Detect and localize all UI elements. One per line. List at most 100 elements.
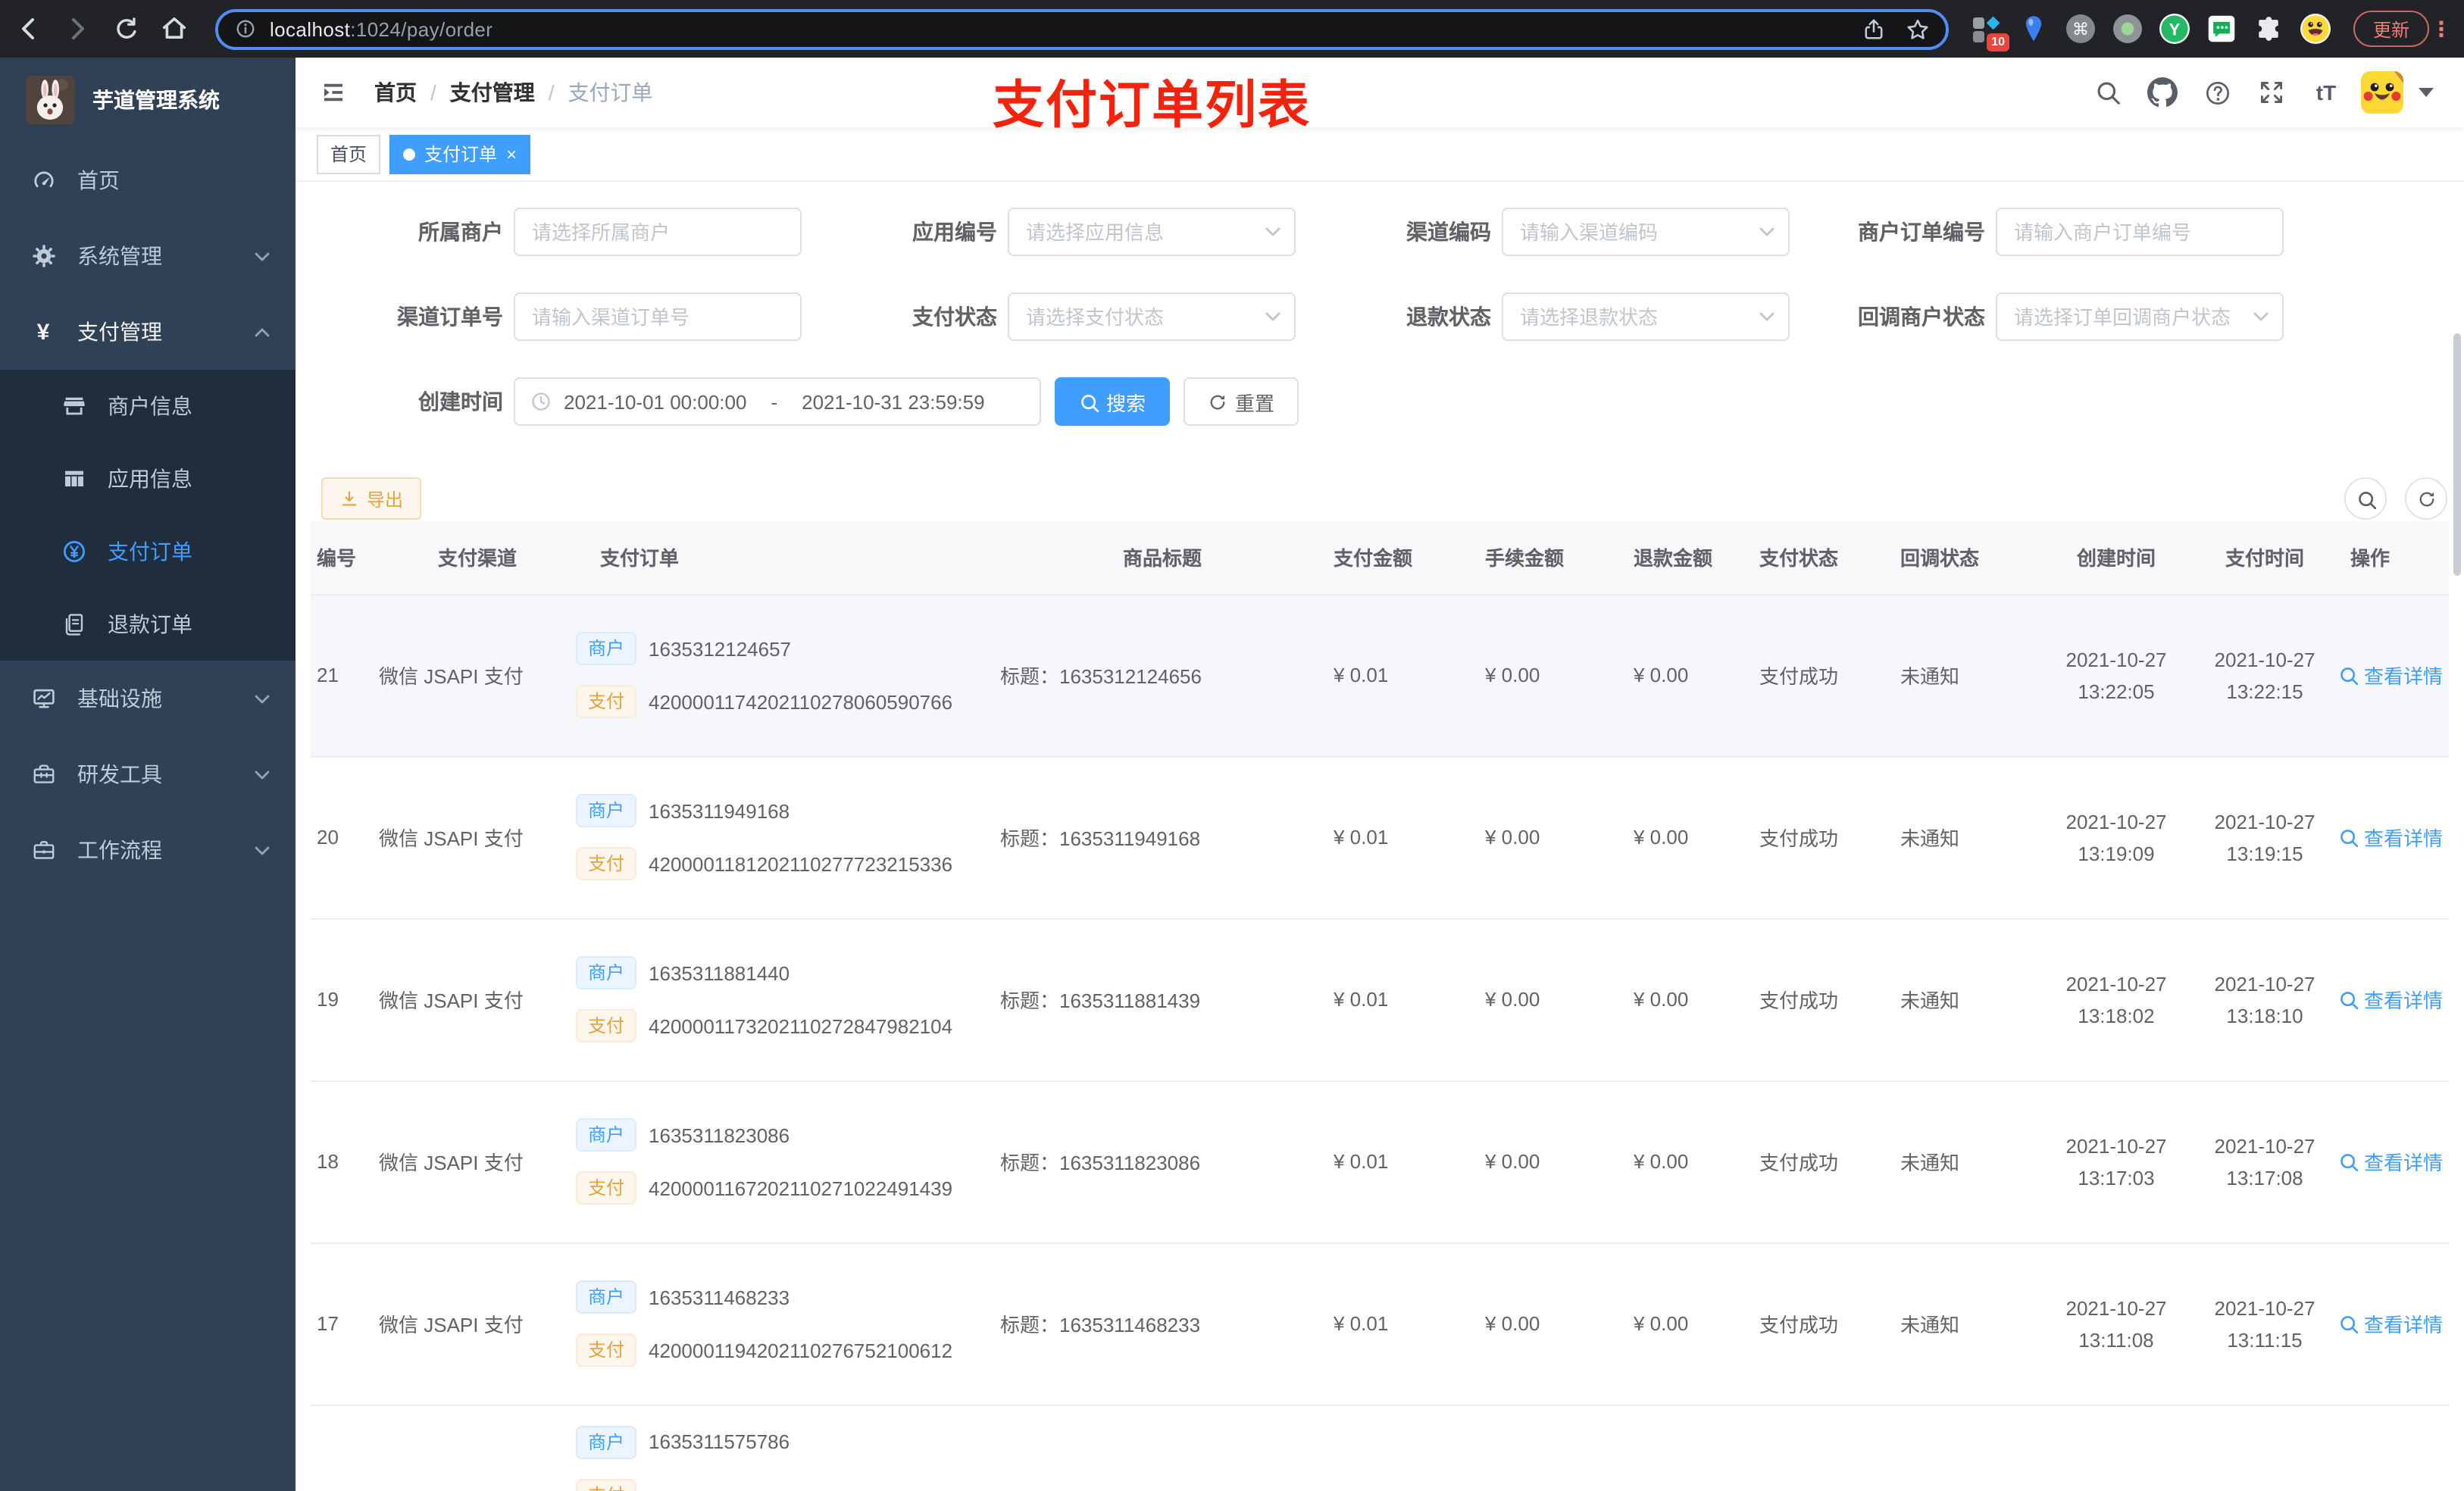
export-button[interactable]: 导出 (321, 477, 422, 520)
url-text: localhost:1024/pay/order (270, 17, 493, 40)
address-bar[interactable]: localhost:1024/pay/order (215, 8, 1949, 49)
table-row[interactable]: 21 微信 JSAPI 支付 商户 1635312124657 支付 42000… (311, 594, 2449, 757)
cell-paid-time: 2021-10-27 13:17:08 (2194, 1080, 2335, 1243)
cell-pay-status (1759, 1405, 1900, 1491)
sidebar-item-label: 系统管理 (77, 244, 162, 268)
search-button[interactable]: 搜索 (1055, 377, 1171, 426)
sidebar-item-label: 工作流程 (77, 838, 162, 862)
extension-command-icon[interactable]: ⌘ (2064, 12, 2097, 45)
column-header: 操作 (2335, 521, 2449, 595)
pay-status-select[interactable] (1008, 292, 1296, 341)
cell-refund: ¥ 0.00 (1624, 594, 1759, 757)
tag-pay-order[interactable]: 支付订单 × (389, 134, 531, 173)
sidebar-item-home[interactable]: 首页 (0, 142, 295, 218)
reset-button[interactable]: 重置 (1184, 377, 1299, 426)
sidebar-item-merchant-info[interactable]: 商户信息 (0, 370, 295, 442)
toggle-search-button[interactable] (2344, 477, 2387, 520)
date-end: 2021-10-31 23:59:59 (802, 390, 985, 413)
extension-balloon-icon[interactable] (2017, 12, 2050, 45)
extensions-puzzle-icon[interactable] (2252, 12, 2285, 45)
create-time-range-picker[interactable]: 2021-10-01 00:00:00 - 2021-10-31 23:59:5… (514, 377, 1041, 426)
browser-home-button[interactable] (155, 9, 194, 48)
fullscreen-icon[interactable] (2252, 73, 2291, 112)
scrollbar-thumb[interactable] (2453, 333, 2461, 576)
pay-order-no: 4200001181202110277723215336 (649, 852, 953, 875)
sidebar-item-workflow[interactable]: 工作流程 (0, 812, 295, 888)
refresh-table-button[interactable] (2405, 477, 2447, 520)
table-row[interactable]: 17 微信 JSAPI 支付 商户 1635311468233 支付 42000… (311, 1242, 2449, 1405)
callback-status-select[interactable] (1996, 292, 2284, 341)
extension-chat-icon[interactable] (2205, 12, 2238, 45)
sidebar-item-label: 应用信息 (108, 467, 192, 491)
share-icon[interactable] (1861, 16, 1887, 42)
github-icon[interactable] (2143, 73, 2182, 112)
tag-home[interactable]: 首页 (317, 134, 381, 173)
sidebar-item-payment[interactable]: ¥ 支付管理 (0, 294, 295, 370)
cell-fee: ¥ 0.00 (1476, 594, 1624, 757)
avatar-caret-icon[interactable] (2419, 88, 2434, 97)
browser-update-button[interactable]: 更新 (2353, 11, 2430, 47)
app-select[interactable] (1008, 208, 1296, 256)
view-detail-link[interactable]: 查看详情 (2338, 1147, 2443, 1176)
sidebar-item-system[interactable]: 系统管理 (0, 218, 295, 294)
channel-code-select[interactable] (1502, 208, 1790, 256)
app-title: 芋道管理系统 (92, 88, 220, 112)
extension-emoji-icon[interactable] (2299, 12, 2332, 45)
browser-back-button[interactable] (9, 9, 48, 48)
sidebar-item-app-info[interactable]: 应用信息 (0, 442, 295, 515)
cell-amount: ¥ 0.01 (1324, 594, 1476, 757)
view-detail-link[interactable]: 查看详情 (2338, 1309, 2443, 1338)
breadcrumb-item[interactable]: 首页 (374, 77, 417, 108)
sidebar-item-dev-tools[interactable]: 研发工具 (0, 736, 295, 812)
sidebar-toggle-icon[interactable] (314, 73, 353, 112)
view-detail-link[interactable]: 查看详情 (2338, 985, 2443, 1014)
avatar[interactable] (2361, 71, 2403, 114)
tag-label: 首页 (330, 144, 367, 165)
sidebar-item-refund-order[interactable]: 退款订单 (0, 588, 295, 661)
view-detail-link[interactable]: 查看详情 (2338, 661, 2443, 689)
browser-forward-button[interactable] (58, 9, 97, 48)
refund-status-select[interactable] (1502, 292, 1790, 341)
pay-tag: 支付 (576, 1478, 637, 1491)
sidebar-item-pay-order[interactable]: 支付订单 (0, 515, 295, 588)
page-annotation: 支付订单列表 (993, 77, 1311, 135)
tag-close-icon[interactable]: × (506, 145, 517, 163)
bookmark-star-icon[interactable] (1905, 16, 1931, 42)
browser-menu-icon[interactable]: ⋮ (2429, 16, 2453, 42)
extension-badge: 10 (1987, 33, 2009, 52)
cell-title (1000, 1405, 1324, 1491)
merchant-order-no-input[interactable] (1996, 208, 2284, 256)
cell-order: 商户 1635311575786 支付 (576, 1405, 1000, 1491)
orders-table: 编号 支付渠道 支付订单 商品标题 支付金额 手续金额 退款金额 支付状态 回调… (311, 521, 2449, 1491)
help-icon[interactable] (2197, 73, 2237, 112)
pay-order-no: 4200001167202110271022491439 (649, 1177, 953, 1199)
cell-refund: ¥ 0.00 (1624, 1242, 1759, 1405)
breadcrumb-item[interactable]: 支付管理 (450, 77, 535, 108)
filter-label: 渠道订单号 (397, 305, 503, 329)
table-row[interactable]: 商户 1635311575786 支付 查看详情 (311, 1405, 2449, 1491)
channel-order-no-input[interactable] (514, 292, 802, 341)
site-info-icon[interactable] (233, 17, 258, 41)
cell-id: 19 (311, 918, 379, 1081)
breadcrumb-separator: / (430, 80, 436, 105)
table-row[interactable]: 18 微信 JSAPI 支付 商户 1635311823086 支付 42000… (311, 1080, 2449, 1243)
table-row[interactable]: 19 微信 JSAPI 支付 商户 1635311881440 支付 42000… (311, 918, 2449, 1081)
table-toolbar: 导出 (321, 477, 2447, 520)
extension-record-icon[interactable] (2111, 12, 2144, 45)
sidebar-item-infrastructure[interactable]: 基础设施 (0, 661, 295, 736)
extension-y-icon[interactable]: Y (2158, 12, 2191, 45)
font-size-icon[interactable]: tT (2306, 73, 2346, 112)
table-row[interactable]: 20 微信 JSAPI 支付 商户 1635311949168 支付 42000… (311, 756, 2449, 919)
column-header: 支付状态 (1759, 521, 1900, 595)
chevron-down-icon (253, 842, 271, 858)
merchant-tag: 商户 (576, 956, 637, 989)
column-header: 回调状态 (1900, 521, 2038, 595)
cell-id: 17 (311, 1242, 379, 1405)
browser-reload-button[interactable] (106, 9, 145, 48)
merchant-input[interactable] (514, 208, 802, 256)
merchant-order-no: 1635312124657 (649, 637, 792, 660)
view-detail-link[interactable]: 查看详情 (2338, 823, 2443, 852)
cell-refund: ¥ 0.00 (1624, 756, 1759, 919)
header-search-icon[interactable] (2088, 73, 2128, 112)
extension-diamond-icon[interactable]: 10 (1970, 12, 2009, 52)
